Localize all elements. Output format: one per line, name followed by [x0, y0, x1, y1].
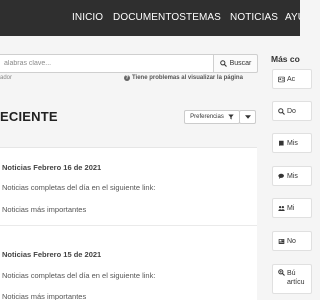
sidebar-item-busqueda-articulos[interactable]: Bú artícu — [272, 264, 312, 294]
sidebar-item-accesos[interactable]: Ac — [272, 69, 312, 89]
book-icon — [279, 140, 284, 146]
sidebar-item-mis-libros[interactable]: Mis — [272, 133, 312, 153]
sidebar-item-label: Ac — [287, 75, 296, 83]
newspaper-icon — [278, 238, 285, 244]
display-problem-link[interactable]: ? Tiene problemas al visualizar la págin… — [124, 75, 243, 81]
nav-item-documentos[interactable]: DOCUMENTOS — [113, 12, 186, 23]
news-card-line: Noticias completas del día en el siguien… — [2, 183, 156, 192]
sidebar-item-documentos[interactable]: Do — [272, 101, 312, 121]
news-card-line: Noticias más importantes — [2, 292, 87, 300]
preferences-label: Preferencias — [190, 114, 224, 120]
caret-down-icon — [244, 115, 251, 119]
question-circle-icon: ? — [124, 75, 130, 81]
section-title: ECIENTE — [0, 109, 58, 124]
search-icon — [219, 60, 227, 67]
search-button-label: Buscar — [229, 60, 252, 67]
news-card: Noticias Febrero 16 de 2021 Noticias com… — [0, 147, 257, 225]
sidebar-item-label: No — [287, 237, 296, 245]
preferences-button[interactable]: Preferencias — [184, 110, 240, 124]
users-icon — [278, 205, 285, 211]
news-card-line: Noticias completas del día en el siguien… — [2, 271, 156, 280]
filter-icon — [228, 114, 234, 120]
news-card-title[interactable]: Noticias Febrero 16 de 2021 — [2, 163, 101, 172]
news-card: Noticias Febrero 15 de 2021 Noticias com… — [0, 225, 257, 300]
sidebar-item-label-group: Bú artícu — [287, 269, 305, 287]
display-problem-label: Tiene problemas al visualizar la página — [132, 75, 243, 81]
nav-item-ayuda[interactable]: AYU — [285, 12, 300, 23]
sidebar-item-mis-grupos[interactable]: Mi — [272, 198, 312, 218]
top-navbar: INICIO DOCUMENTOS TEMAS NOTICIAS AYU — [0, 0, 300, 36]
news-card-title[interactable]: Noticias Febrero 15 de 2021 — [2, 250, 101, 259]
sidebar-item-label: Mi — [287, 204, 295, 212]
id-card-icon — [278, 76, 285, 82]
sidebar-item-label: Mis — [287, 172, 298, 180]
sidebar-item-label: Do — [287, 107, 296, 115]
search-hint-text: ador — [0, 75, 13, 81]
sidebar-item-label: Mis — [287, 139, 298, 147]
search-icon — [278, 107, 285, 115]
sidebar-item-mis-comentarios[interactable]: Mis — [272, 166, 312, 186]
preferences-dropdown-toggle[interactable] — [239, 110, 256, 124]
search-input[interactable] — [0, 54, 215, 73]
nav-item-inicio[interactable]: INICIO — [72, 12, 103, 23]
nav-item-temas[interactable]: TEMAS — [186, 12, 221, 23]
sidebar-title: Más co — [271, 54, 300, 64]
comments-icon — [278, 173, 284, 179]
nav-item-noticias[interactable]: NOTICIAS — [230, 12, 278, 23]
sidebar-item-label-secondary: artícu — [287, 279, 305, 286]
search-button[interactable]: Buscar — [213, 54, 258, 73]
news-card-line: Noticias más importantes — [2, 205, 87, 214]
sidebar-item-noticias[interactable]: No — [272, 231, 312, 251]
sidebar-item-label: Bú — [287, 270, 296, 277]
search-plus-icon — [278, 269, 285, 276]
